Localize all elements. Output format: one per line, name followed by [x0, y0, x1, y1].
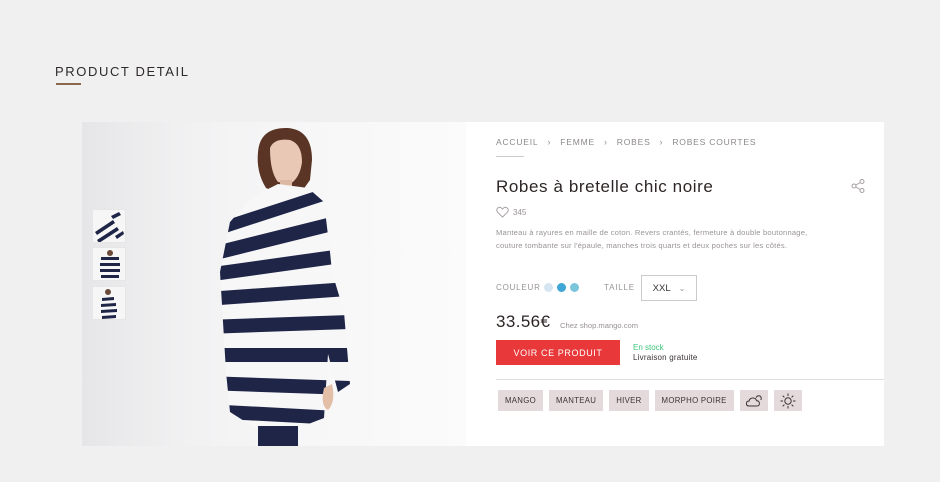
chevron-down-icon: ⌄	[678, 283, 686, 293]
share-icon[interactable]	[850, 178, 866, 194]
color-swatch-blue[interactable]	[557, 283, 566, 292]
breadcrumb-underline	[496, 156, 524, 157]
thumbnail-1[interactable]	[92, 209, 126, 243]
tag-mango[interactable]: MANGO	[498, 390, 543, 411]
size-select[interactable]: XXL ⌄	[641, 275, 697, 301]
stock-status: En stock	[633, 343, 664, 352]
breadcrumb-item-robes[interactable]: ROBES	[617, 137, 651, 147]
divider	[496, 379, 884, 380]
breadcrumb: ACCUEIL › FEMME › ROBES › ROBES COURTES	[496, 137, 756, 147]
size-value: XXL	[652, 282, 671, 294]
heart-icon[interactable]	[496, 206, 509, 218]
breadcrumb-item-femme[interactable]: FEMME	[560, 137, 595, 147]
product-details-panel: ACCUEIL › FEMME › ROBES › ROBES COURTES …	[466, 122, 884, 446]
tag-list: MANGO MANTEAU HIVER MORPHO POIRE	[498, 390, 802, 411]
chevron-right-icon: ›	[659, 137, 664, 147]
thumbnail-3[interactable]	[92, 286, 126, 320]
product-description: Manteau à rayures en maille de coton. Re…	[496, 228, 808, 250]
chevron-right-icon: ›	[603, 137, 608, 147]
likes: 345	[496, 206, 526, 218]
page-title-underline	[56, 83, 81, 85]
color-swatch-sky-blue[interactable]	[570, 283, 579, 292]
color-swatch-light-blue[interactable]	[544, 283, 553, 292]
page-title: PRODUCT DETAIL	[55, 64, 190, 79]
thumbnail-2[interactable]	[92, 247, 126, 281]
store-link[interactable]: Chez shop.mango.com	[560, 321, 638, 330]
breadcrumb-item-accueil[interactable]: ACCUEIL	[496, 137, 538, 147]
cloud-sun-icon[interactable]	[739, 390, 768, 411]
breadcrumb-item-robes-courtes[interactable]: ROBES COURTES	[672, 137, 756, 147]
tag-hiver[interactable]: HIVER	[609, 390, 649, 411]
product-image-panel	[82, 122, 466, 446]
color-label: COULEUR	[496, 283, 541, 292]
product-card: ACCUEIL › FEMME › ROBES › ROBES COURTES …	[82, 122, 884, 446]
shipping-info: Livraison gratuite	[633, 353, 698, 362]
sun-icon[interactable]	[773, 390, 802, 411]
product-price: 33.56€	[496, 312, 551, 331]
product-photo	[220, 127, 350, 446]
tag-manteau[interactable]: MANTEAU	[548, 390, 604, 411]
view-product-button[interactable]: VOIR CE PRODUIT	[496, 340, 620, 365]
size-label: TAILLE	[604, 283, 635, 292]
likes-count: 345	[513, 207, 527, 217]
product-name: Robes à bretelle chic noire	[496, 177, 714, 196]
chevron-right-icon: ›	[547, 137, 552, 147]
tag-morpho-poire[interactable]: MORPHO POIRE	[654, 390, 734, 411]
